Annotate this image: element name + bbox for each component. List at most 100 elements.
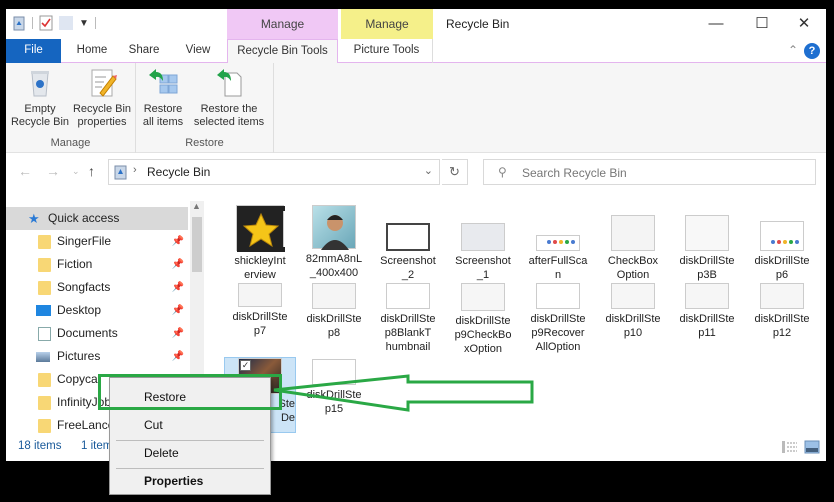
file-item[interactable]: shickleyInt erview: [224, 205, 296, 282]
nav-item-singerfile[interactable]: SingerFile 📌: [6, 230, 188, 253]
new-folder-icon[interactable]: [59, 15, 73, 31]
file-item[interactable]: diskDrillSte p6: [746, 205, 818, 282]
nav-item-fiction[interactable]: Fiction 📌: [6, 253, 188, 276]
file-item[interactable]: diskDrillSte p8: [298, 283, 370, 340]
address-bar[interactable]: › Recycle Bin ⌄: [108, 159, 440, 185]
button-label-line2: selected items: [193, 116, 265, 128]
ribbon-group-restore: Restore all items Restore the selected i…: [136, 63, 274, 153]
qat-divider: [94, 17, 96, 29]
scrollbar-thumb[interactable]: [192, 217, 202, 272]
file-item[interactable]: CheckBox Option: [597, 205, 669, 282]
file-thumbnail: [685, 215, 729, 251]
qat-divider: [32, 17, 33, 29]
restore-selected-items-button[interactable]: Restore the selected items: [188, 67, 270, 129]
star-icon: ★: [28, 211, 40, 226]
button-label-line1: Restore: [143, 103, 183, 115]
item-count: 18 items: [18, 440, 62, 452]
person-photo-icon: [321, 215, 349, 250]
file-item[interactable]: Screenshot _1: [447, 205, 519, 282]
close-button[interactable]: ✕: [790, 13, 818, 35]
nav-quick-access[interactable]: ★ Quick access: [6, 207, 188, 230]
context-tab-manage-picture: Manage: [341, 9, 433, 39]
refresh-button[interactable]: ↻: [442, 159, 468, 185]
restore-all-items-button[interactable]: Restore all items: [140, 67, 186, 129]
pin-icon[interactable]: 📌: [172, 253, 184, 276]
properties-check-icon[interactable]: [39, 15, 53, 31]
button-label-line1: Restore the: [200, 103, 258, 115]
file-name-line: n: [554, 269, 562, 281]
nav-item-pictures[interactable]: Pictures 📌: [6, 345, 188, 368]
scroll-up-icon[interactable]: ▲: [192, 201, 201, 211]
address-dropdown-icon[interactable]: ⌄: [424, 164, 433, 177]
tab-file[interactable]: File: [6, 39, 61, 63]
file-thumbnail: [760, 221, 804, 251]
nav-label: Copycat: [57, 372, 102, 386]
file-name-line: diskDrillSte: [754, 255, 810, 267]
file-thumbnail: [238, 283, 282, 307]
pin-icon[interactable]: 📌: [172, 322, 184, 345]
button-label-line2: Recycle Bin: [10, 116, 70, 128]
pin-icon[interactable]: 📌: [172, 345, 184, 368]
file-item[interactable]: diskDrillSte p11: [671, 283, 743, 340]
empty-recycle-bin-button[interactable]: Empty Recycle Bin: [10, 67, 70, 129]
back-arrow-icon[interactable]: ←: [18, 163, 32, 179]
nav-label: Songfacts: [57, 280, 111, 294]
file-name-line: p6: [775, 269, 789, 281]
up-arrow-icon[interactable]: ↑: [88, 163, 95, 179]
restore-selected-icon: [213, 67, 245, 99]
context-tab-manage-recycle: Manage: [227, 9, 338, 39]
menu-item-delete[interactable]: Delete: [110, 441, 270, 465]
details-view-icon[interactable]: [782, 440, 798, 454]
pin-icon[interactable]: 📌: [172, 230, 184, 253]
help-icon[interactable]: ?: [804, 43, 820, 59]
file-item[interactable]: afterFullSca n: [522, 205, 594, 282]
quick-access-toolbar: ▼: [12, 15, 96, 31]
forward-arrow-icon[interactable]: →: [46, 163, 60, 179]
tab-view[interactable]: View: [176, 39, 220, 63]
recycle-bin-properties-button[interactable]: Recycle Bin properties: [70, 67, 134, 129]
file-item[interactable]: diskDrillSte p9CheckBo xOption: [447, 283, 519, 356]
file-name-line: p10: [623, 327, 643, 339]
recent-locations-chevron-icon[interactable]: ⌄: [72, 166, 80, 177]
file-item[interactable]: diskDrillSte p3B: [671, 205, 743, 282]
pin-icon[interactable]: 📌: [172, 299, 184, 322]
file-name-line: xOption: [464, 343, 502, 355]
file-name-line: CheckBox: [607, 255, 659, 267]
menu-item-properties[interactable]: Properties: [110, 469, 270, 493]
nav-label: Fiction: [57, 257, 93, 271]
file-item[interactable]: diskDrillSte p7: [224, 283, 296, 338]
large-icons-view-icon[interactable]: [804, 440, 820, 454]
tab-picture-tools[interactable]: Picture Tools: [341, 39, 433, 63]
file-name-line: diskDrillSte: [754, 313, 810, 325]
file-name-line: _400x400: [309, 267, 359, 279]
menu-item-cut[interactable]: Cut: [110, 413, 270, 437]
recycle-bin-small-icon: [12, 15, 26, 31]
file-thumbnail: [386, 283, 430, 309]
minimize-button[interactable]: —: [702, 13, 730, 35]
file-name-line: humbnail: [385, 341, 431, 353]
file-item[interactable]: diskDrillSte p9Recover AllOption: [522, 283, 594, 354]
file-item[interactable]: 82mmA8nL _400x400: [298, 205, 370, 280]
nav-item-documents[interactable]: Documents 📌: [6, 322, 188, 345]
breadcrumb-chevron-icon[interactable]: ›: [133, 164, 137, 176]
customize-qat-dropdown-icon[interactable]: ▼: [79, 18, 89, 29]
search-input[interactable]: ⚲ Search Recycle Bin: [483, 159, 816, 185]
group-label-restore: Restore: [185, 137, 224, 149]
file-item[interactable]: diskDrillSte p12: [746, 283, 818, 340]
file-thumbnail: [312, 205, 356, 250]
tab-home[interactable]: Home: [68, 39, 116, 63]
file-item[interactable]: diskDrillSte p8BlankT humbnail: [372, 283, 444, 354]
nav-item-songfacts[interactable]: Songfacts 📌: [6, 276, 188, 299]
nav-item-desktop[interactable]: Desktop 📌: [6, 299, 188, 322]
folder-icon: [38, 396, 51, 410]
file-item[interactable]: diskDrillSte p10: [597, 283, 669, 340]
tab-share[interactable]: Share: [121, 39, 167, 63]
minimize-ribbon-icon[interactable]: ⌃: [788, 43, 798, 57]
breadcrumb-recycle-bin[interactable]: Recycle Bin: [147, 165, 210, 179]
nav-label: Quick access: [48, 211, 120, 225]
selection-checkbox[interactable]: ✓: [240, 360, 251, 371]
pin-icon[interactable]: 📌: [172, 276, 184, 299]
file-item[interactable]: Screenshot _2: [372, 205, 444, 282]
tab-recycle-bin-tools[interactable]: Recycle Bin Tools: [227, 39, 338, 64]
maximize-button[interactable]: ☐: [748, 13, 776, 35]
